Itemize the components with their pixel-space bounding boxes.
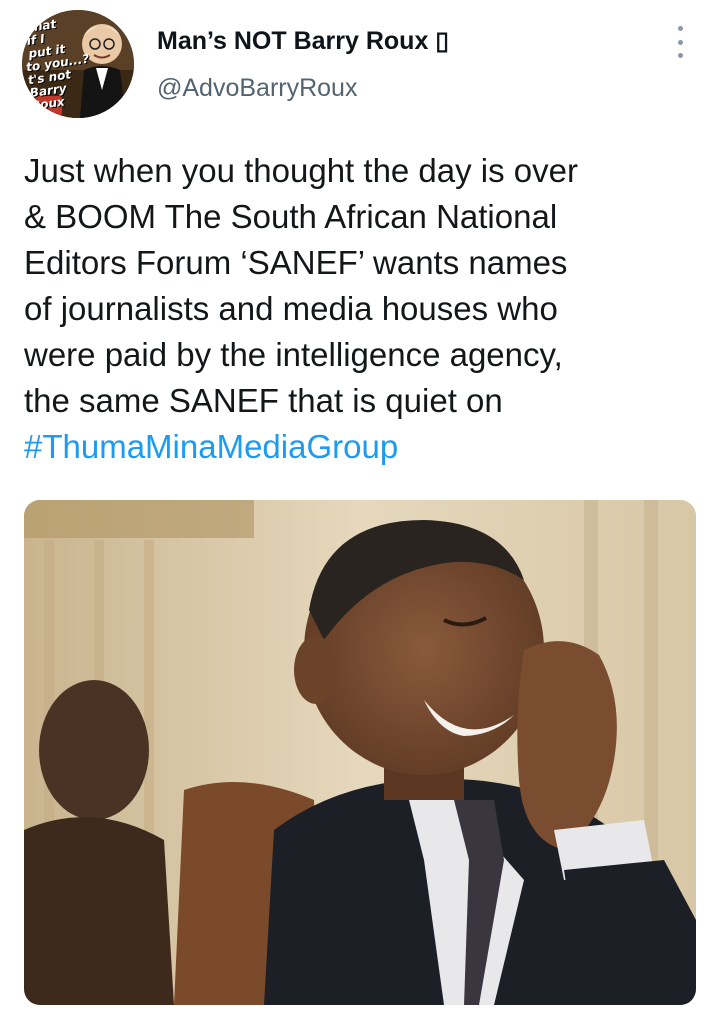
tweet-line: were paid by the intelligence agency, bbox=[24, 336, 563, 373]
more-dot bbox=[677, 53, 683, 58]
tweet-line: Editors Forum ‘SANEF’ wants names bbox=[24, 244, 568, 281]
author-display-name[interactable]: Man’s NOT Barry Roux ▯ bbox=[157, 26, 449, 56]
author-avatar[interactable]: What if I put it to you...? t's not Barr… bbox=[22, 10, 134, 118]
tweet-line: of journalists and media houses who bbox=[24, 290, 558, 327]
laughing-man-photo-icon bbox=[24, 500, 696, 1005]
author-handle[interactable]: @AdvoBarryRoux bbox=[157, 74, 357, 103]
more-dot bbox=[677, 26, 683, 31]
more-dot bbox=[677, 39, 683, 45]
tweet-line: the same SANEF that is quiet on bbox=[24, 382, 503, 419]
hashtag-link[interactable]: #ThumaMinaMediaGroup bbox=[24, 424, 704, 470]
tweet-line: & BOOM The South African National bbox=[24, 198, 558, 235]
avatar-caption: What if I put it to you...? t's not Barr… bbox=[22, 16, 91, 113]
tweet-line: Just when you thought the day is over bbox=[24, 152, 579, 189]
more-options-icon[interactable] bbox=[670, 26, 690, 58]
tweet-body: Just when you thought the day is over & … bbox=[24, 148, 704, 470]
tweet-card: What if I put it to you...? t's not Barr… bbox=[0, 0, 720, 1017]
tweet-photo[interactable] bbox=[24, 500, 696, 1005]
